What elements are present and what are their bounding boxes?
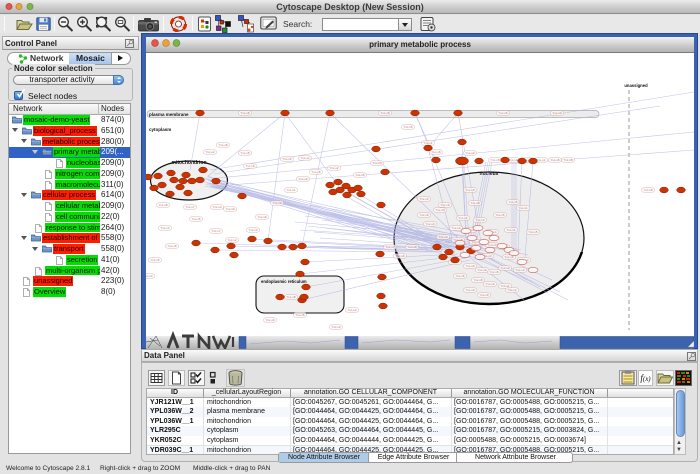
svg-text:Yxx-x5: Yxx-x5 [508,200,518,204]
svg-text:unassigned: unassigned [624,83,648,88]
svg-text:Yxx-x7: Yxx-x7 [385,245,395,249]
svg-text:Yxx-x8: Yxx-x8 [431,150,441,154]
svg-text:Yxx-x6: Yxx-x6 [489,270,499,274]
svg-text:Yxx-x1: Yxx-x1 [536,158,546,162]
svg-text:Yxx-x5: Yxx-x5 [528,230,538,234]
svg-text:Yxx-x6: Yxx-x6 [245,164,255,168]
svg-text:Yxx-x0: Yxx-x0 [475,218,485,222]
svg-text:Yxx-x4: Yxx-x4 [212,205,222,209]
svg-text:Yxx-x0: Yxx-x0 [552,111,562,115]
svg-text:Yxx-x4: Yxx-x4 [451,226,461,230]
svg-text:Yxx-x5: Yxx-x5 [150,258,160,262]
svg-text:Yxx-x5: Yxx-x5 [550,158,560,162]
svg-text:Yxx-x8: Yxx-x8 [240,151,250,155]
svg-text:Yxx-x8: Yxx-x8 [643,188,653,192]
svg-text:Yxx-x1: Yxx-x1 [286,188,296,192]
svg-text:Yxx-x7: Yxx-x7 [487,243,497,247]
svg-text:Yxx-x8: Yxx-x8 [563,158,573,162]
svg-text:Yxx-x8: Yxx-x8 [380,111,390,115]
svg-text:Yxx-x0: Yxx-x0 [372,161,382,165]
svg-text:Yxx-x4: Yxx-x4 [425,222,435,226]
svg-text:Yxx-x7: Yxx-x7 [185,205,195,209]
svg-text:Yxx-x8: Yxx-x8 [158,203,168,207]
svg-text:Yxx-x4: Yxx-x4 [146,274,153,278]
svg-text:Yxx-x2: Yxx-x2 [227,238,237,242]
svg-text:Yxx-x5: Yxx-x5 [191,217,201,221]
svg-text:Yxx-x5: Yxx-x5 [490,158,500,162]
svg-text:Yxx-x0: Yxx-x0 [515,268,525,272]
svg-text:Yxx-x0: Yxx-x0 [465,188,475,192]
svg-text:mitochondrion: mitochondrion [172,160,207,166]
svg-text:Yxx-x5: Yxx-x5 [355,173,365,177]
svg-text:Yxx-x6: Yxx-x6 [455,274,465,278]
svg-text:Yxx-x0: Yxx-x0 [438,235,448,239]
svg-text:Yxx-x9: Yxx-x9 [479,293,489,297]
svg-text:Yxx-x8: Yxx-x8 [286,295,296,299]
svg-text:Yxx-x2: Yxx-x2 [298,177,308,181]
svg-text:Yxx-x8: Yxx-x8 [167,244,177,248]
svg-text:Yxx-x0: Yxx-x0 [272,201,282,205]
svg-text:Yxx-x9: Yxx-x9 [257,215,267,219]
svg-text:Yxx-x8: Yxx-x8 [240,111,250,115]
svg-text:Yxx-x3: Yxx-x3 [419,197,429,201]
svg-text:Yxx-x3: Yxx-x3 [160,226,170,230]
svg-text:Yxx-x2: Yxx-x2 [205,150,215,154]
svg-text:Yxx-x8: Yxx-x8 [218,143,228,147]
svg-text:cytoplasm: cytoplasm [149,127,171,132]
svg-text:Yxx-x3: Yxx-x3 [500,266,510,270]
svg-text:Yxx-x5: Yxx-x5 [403,125,413,129]
svg-text:Yxx-x8: Yxx-x8 [311,170,321,174]
svg-text:Yxx-x9: Yxx-x9 [225,207,235,211]
svg-text:Yxx-x0: Yxx-x0 [435,208,445,212]
svg-text:Yxx-x1: Yxx-x1 [518,206,528,210]
svg-text:Yxx-x9: Yxx-x9 [419,213,429,217]
svg-text:Yxx-x9: Yxx-x9 [407,245,417,249]
svg-text:Yxx-x0: Yxx-x0 [465,288,475,292]
svg-text:Yxx-x6: Yxx-x6 [282,157,292,161]
svg-text:Yxx-x3: Yxx-x3 [300,156,310,160]
svg-text:Yxx-x3: Yxx-x3 [465,151,475,155]
svg-text:Yxx-x6: Yxx-x6 [465,264,475,268]
svg-text:Yxx-x7: Yxx-x7 [211,229,221,233]
svg-text:Yxx-x2: Yxx-x2 [329,166,339,170]
svg-text:Yxx-x5: Yxx-x5 [295,313,305,317]
svg-text:Yxx-x3: Yxx-x3 [331,325,341,329]
svg-text:Yxx-x5: Yxx-x5 [495,213,505,217]
svg-text:Yxx-x1: Yxx-x1 [423,141,433,145]
svg-text:Yxx-x1: Yxx-x1 [458,216,468,220]
svg-text:Yxx-x4: Yxx-x4 [485,282,495,286]
svg-text:Yxx-x3: Yxx-x3 [508,158,518,162]
svg-text:Yxx-x0: Yxx-x0 [265,318,275,322]
svg-text:Yxx-x2: Yxx-x2 [477,268,487,272]
svg-text:endoplasmic reticulum: endoplasmic reticulum [261,279,307,284]
svg-text:Yxx-x8: Yxx-x8 [470,201,480,205]
svg-text:plasma membrane: plasma membrane [149,112,189,117]
svg-text:Yxx-x3: Yxx-x3 [248,228,258,232]
svg-text:Yxx-x0: Yxx-x0 [440,203,450,207]
svg-text:Yxx-x6: Yxx-x6 [395,254,405,258]
svg-text:Yxx-x6: Yxx-x6 [498,111,508,115]
svg-text:Yxx-x1: Yxx-x1 [506,228,516,232]
svg-text:Yxx-x2: Yxx-x2 [507,288,517,292]
svg-text:Yxx-x8: Yxx-x8 [473,278,483,282]
svg-text:Yxx-x2: Yxx-x2 [347,308,357,312]
